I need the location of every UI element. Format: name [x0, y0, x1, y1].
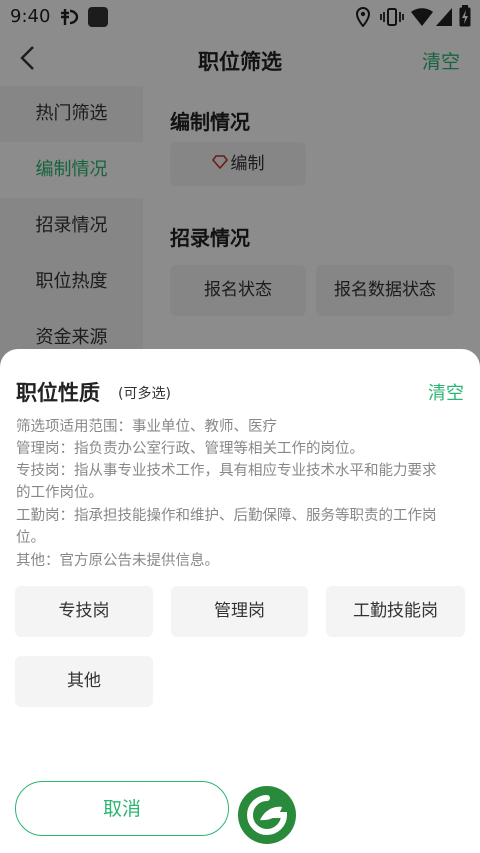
- description-line: 其他：官方原公告未提供信息。: [16, 553, 219, 569]
- option-skilled-worker[interactable]: 工勤技能岗: [326, 586, 465, 637]
- description-line: 位。: [16, 530, 45, 546]
- sheet-title: 职位性质: [16, 381, 100, 405]
- description-line: 专技岗：指从事专业技术工作，具有相应专业技术水平和能力要求: [16, 463, 437, 479]
- cancel-button[interactable]: 取消: [15, 781, 229, 836]
- description-line: 的工作岗位。: [16, 485, 103, 501]
- option-other[interactable]: 其他: [15, 656, 153, 707]
- app-logo-icon: [238, 786, 296, 844]
- description-line: 管理岗：指负责办公室行政、管理等相关工作的岗位。: [16, 441, 364, 457]
- sheet-clear-button[interactable]: 清空: [428, 379, 464, 405]
- option-professional-technical[interactable]: 专技岗: [15, 586, 153, 637]
- option-management[interactable]: 管理岗: [171, 586, 308, 637]
- description-line: 工勤岗：指承担技能操作和维护、后勤保障、服务等职责的工作岗: [16, 508, 437, 524]
- sheet-subtitle: (可多选): [118, 386, 171, 402]
- description-line: 筛选项适用范围：事业单位、教师、医疗: [16, 419, 277, 435]
